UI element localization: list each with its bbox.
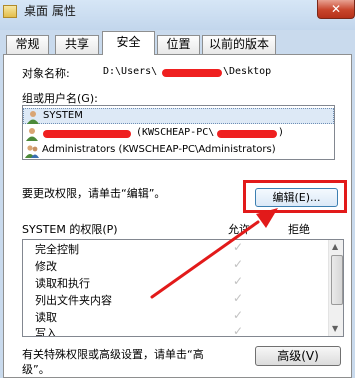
advanced-hint-line2: 级”。 <box>22 363 50 376</box>
permissions-list[interactable]: 完全控制 ✓ 修改 ✓ 读取和执行 ✓ 列出文件夹内容 ✓ 读取 ✓ 写入 ✓ … <box>22 239 344 337</box>
table-row: 列出文件夹内容 ✓ <box>23 291 328 307</box>
object-name-suffix: \Desktop <box>223 66 272 77</box>
tab-security[interactable]: 安全 <box>102 31 155 55</box>
user-detail-prefix: (KWSCHEAP-PC\ <box>136 127 215 138</box>
group-label: 组或用户名(G): <box>22 92 98 105</box>
tab-location[interactable]: 位置 <box>157 35 200 54</box>
user-name: Administrators (KWSCHEAP-PC\Administrato… <box>42 144 276 155</box>
group-icon <box>25 145 39 158</box>
scroll-up-icon[interactable]: ▲ <box>332 242 338 251</box>
scroll-down-icon[interactable]: ▼ <box>332 324 338 333</box>
table-row: 读取 ✓ <box>23 308 328 324</box>
permission-name: 修改 <box>35 260 57 273</box>
allow-check-icon: ✓ <box>233 324 244 337</box>
deny-column-header: 拒绝 <box>288 223 310 236</box>
folder-icon <box>3 5 17 18</box>
permission-name: 列出文件夹内容 <box>35 294 112 307</box>
list-item[interactable]: SYSTEM <box>23 108 334 124</box>
redacted-user-domain <box>217 130 277 138</box>
object-name-prefix: D:\Users\ <box>103 66 158 77</box>
tab-previous-versions[interactable]: 以前的版本 <box>202 35 276 54</box>
title-bar[interactable]: 桌面 属性 ✕ <box>0 0 355 30</box>
object-name-label: 对象名称: <box>22 67 70 80</box>
list-item[interactable]: (KWSCHEAP-PC\ ) <box>23 126 334 142</box>
redacted-user <box>43 130 131 138</box>
permissions-label: SYSTEM 的权限(P) <box>22 223 118 236</box>
change-hint: 要更改权限，请单击“编辑”。 <box>22 187 166 200</box>
advanced-hint-line1: 有关特殊权限或高级设置，请单击“高 <box>22 348 204 361</box>
table-row: 修改 ✓ <box>23 257 328 273</box>
scroll-thumb[interactable] <box>331 255 343 305</box>
user-icon <box>27 111 39 124</box>
permission-name: 写入 <box>35 327 57 337</box>
allow-check-icon: ✓ <box>233 274 244 288</box>
table-row: 完全控制 ✓ <box>23 240 328 256</box>
allow-check-icon: ✓ <box>233 240 244 254</box>
window-title: 桌面 属性 <box>24 4 76 18</box>
redacted-username <box>162 69 222 77</box>
allow-check-icon: ✓ <box>233 291 244 305</box>
user-icon <box>26 128 38 141</box>
allow-column-header: 允许 <box>228 223 250 236</box>
permission-name: 读取和执行 <box>35 277 90 290</box>
user-list[interactable]: SYSTEM (KWSCHEAP-PC\ ) Administrators (K… <box>22 105 335 160</box>
allow-check-icon: ✓ <box>233 308 244 322</box>
permission-name: 读取 <box>35 311 57 324</box>
allow-check-icon: ✓ <box>233 257 244 271</box>
annotation-highlight-box <box>243 180 347 213</box>
table-row: 写入 ✓ <box>23 324 328 337</box>
advanced-button[interactable]: 高级(V) <box>255 346 341 366</box>
tab-general[interactable]: 常规 <box>6 35 49 54</box>
table-row: 读取和执行 ✓ <box>23 274 328 290</box>
list-item[interactable]: Administrators (KWSCHEAP-PC\Administrato… <box>23 143 334 159</box>
user-detail-suffix: ) <box>278 127 285 138</box>
user-name: SYSTEM <box>43 110 83 121</box>
close-button[interactable]: ✕ <box>317 0 355 19</box>
tab-strip: 常规 共享 安全 位置 以前的版本 <box>0 30 355 55</box>
permission-name: 完全控制 <box>35 243 79 256</box>
tab-sharing[interactable]: 共享 <box>55 35 99 54</box>
vertical-scrollbar[interactable]: ▲ ▼ <box>328 240 343 336</box>
